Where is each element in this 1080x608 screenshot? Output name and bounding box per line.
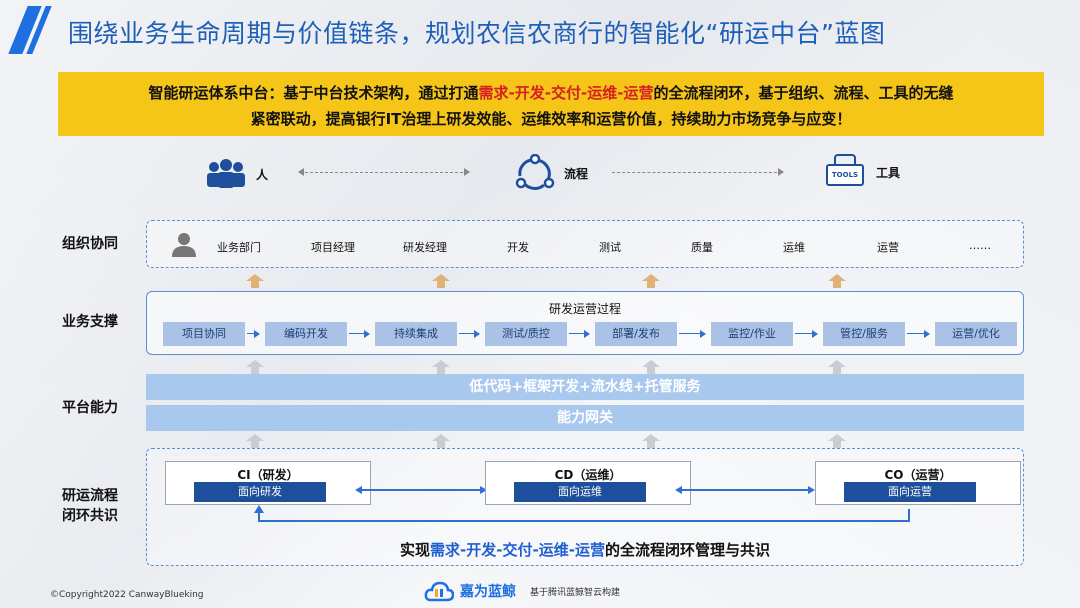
process-cycle-icon <box>515 154 555 190</box>
org-item: 质量 <box>691 241 713 254</box>
up-arrow <box>642 434 660 448</box>
up-arrow <box>432 360 450 374</box>
page-title: 围绕业务生命周期与价值链条，规划农信农商行的智能化“研运中台”蓝图 <box>68 19 886 48</box>
loop-text-highlight: 需求-开发-交付-运维-运营 <box>430 541 605 559</box>
up-arrow <box>828 360 846 374</box>
step-arrow <box>349 329 370 338</box>
summary-banner: 智能研运体系中台：基于中台技术架构，通过打通需求-开发-交付-运维-运营的全流程… <box>58 72 1044 136</box>
process-label: 流程 <box>564 166 589 181</box>
org-collab-box: 业务部门 项目经理 研发经理 开发 测试 质量 运维 运营 …… <box>146 220 1024 268</box>
tools-group: TOOLS 工具 <box>824 154 900 190</box>
row-label-org: 组织协同 <box>62 236 118 252</box>
people-process-arrow <box>298 168 470 176</box>
row-label-platform: 平台能力 <box>62 400 118 416</box>
people-label: 人 <box>256 167 269 182</box>
row-label-loop-1: 研运流程 <box>62 488 118 504</box>
row-label-loop: 研运流程 闭环共识 <box>40 486 140 526</box>
loop-summary: 实现需求-开发-交付-运维-运营的全流程闭环管理与共识 <box>147 539 1023 560</box>
loop-consensus-box: CI（研发） 面向研发 CD（运维） 面向运维 CO（运营） 面向运营 实现需求… <box>146 448 1024 566</box>
platform-bar-lowcode: 低代码+框架开发+流水线+托管服务 <box>146 374 1024 400</box>
platform-bar-gateway: 能力网关 <box>146 405 1024 431</box>
process-step: 部署/发布 <box>595 322 677 346</box>
org-item: 项目经理 <box>311 241 355 254</box>
top-row: 人 流程 TOOLS 工具 <box>0 150 1080 200</box>
process-group: 流程 <box>514 154 588 192</box>
logo-name: 嘉为蓝鲸 <box>460 584 516 600</box>
logo-sub: 基于腾讯蓝鲸智云构建 <box>530 587 621 598</box>
org-item: 运营 <box>877 241 899 254</box>
toolbox-icon: TOOLS <box>824 154 868 190</box>
org-item: 运维 <box>783 241 805 254</box>
user-icon <box>172 233 196 257</box>
process-step: 测试/质控 <box>485 322 567 346</box>
org-item: 测试 <box>599 241 621 254</box>
up-arrow <box>432 434 450 448</box>
process-step: 管控/服务 <box>823 322 905 346</box>
process-step: 项目协同 <box>163 322 245 346</box>
up-arrow <box>246 274 264 288</box>
tools-label: 工具 <box>876 165 901 180</box>
process-step: 监控/作业 <box>711 322 793 346</box>
up-arrow <box>246 434 264 448</box>
loop-text-prefix: 实现 <box>400 541 431 559</box>
row-label-loop-2: 闭环共识 <box>62 508 118 524</box>
row-label-biz: 业务支撑 <box>62 314 118 330</box>
loop-text-suffix: 的全流程闭环管理与共识 <box>604 541 770 559</box>
footer-logo: 嘉为蓝鲸 基于腾讯蓝鲸智云构建 <box>424 580 620 602</box>
title-decoration <box>8 6 60 54</box>
biz-support-box: 研发运营过程 项目协同 编码开发 持续集成 测试/质控 部署/发布 监控/作业 … <box>146 291 1024 355</box>
org-item: 业务部门 <box>217 241 261 254</box>
up-arrow <box>432 274 450 288</box>
banner-prefix: 智能研运体系中台：基于中台技术架构，通过打通 <box>148 84 479 102</box>
step-arrow <box>569 329 590 338</box>
up-arrow <box>642 360 660 374</box>
process-tools-arrow <box>612 168 784 176</box>
banner-suffix: 的全流程闭环，基于组织、流程、工具的无缝 <box>653 84 954 102</box>
process-step: 持续集成 <box>375 322 457 346</box>
tools-badge: TOOLS <box>826 164 864 186</box>
org-item: 开发 <box>507 241 529 254</box>
org-item: …… <box>969 239 991 252</box>
step-arrow <box>247 329 260 338</box>
up-arrow <box>642 274 660 288</box>
people-icon <box>207 159 245 188</box>
cloud-logo-icon <box>424 581 454 602</box>
biz-process-title: 研发运营过程 <box>548 302 621 316</box>
banner-highlight: 需求-开发-交付-运维-运营 <box>478 84 654 102</box>
up-arrow <box>246 360 264 374</box>
copyright: ©Copyright2022 CanwayBlueking <box>50 590 204 600</box>
step-arrow <box>459 329 480 338</box>
process-step: 编码开发 <box>265 322 347 346</box>
up-arrow <box>828 274 846 288</box>
up-arrow <box>828 434 846 448</box>
step-arrow <box>795 329 818 338</box>
process-step: 运营/优化 <box>935 322 1017 346</box>
step-arrow <box>679 329 706 338</box>
step-arrow <box>907 329 930 338</box>
org-item: 研发经理 <box>403 241 447 254</box>
banner-line2: 紧密联动，提高银行IT治理上研发效能、运维效率和运营价值，持续助力市场竞争与应变… <box>250 110 852 128</box>
people-group: 人 <box>204 158 268 190</box>
